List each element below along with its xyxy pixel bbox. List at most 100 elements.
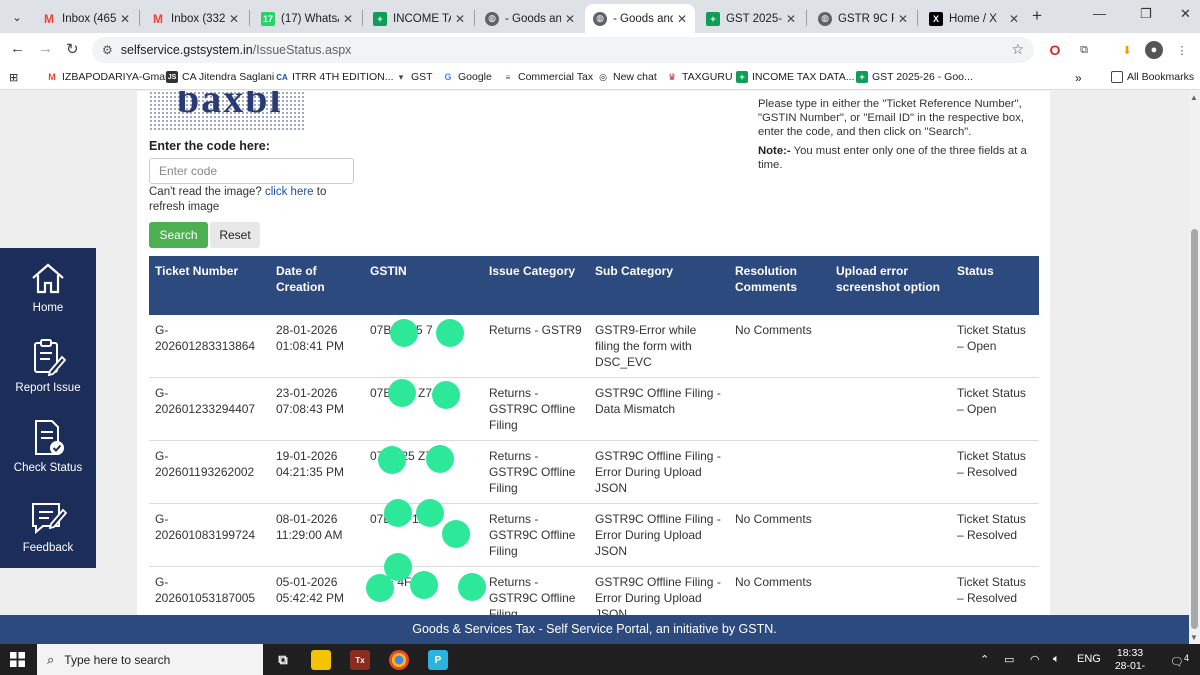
search-icon: ⌕ <box>47 651 55 667</box>
notification-icon[interactable]: 🗨︎4 <box>1170 653 1189 669</box>
search-button[interactable]: Search <box>149 222 208 248</box>
col-header: Sub Category <box>589 256 729 315</box>
bookmark-item[interactable]: M IZBAPODARIYA-Gmail <box>46 71 170 83</box>
close-icon[interactable]: ✕ <box>455 12 465 26</box>
gstin-cell: 07BB 255 7 <box>364 315 483 378</box>
bookmark-item[interactable]: ◎ New chat <box>597 71 657 83</box>
resolution-comments: No Comments <box>729 315 830 378</box>
close-icon[interactable]: ✕ <box>229 12 239 26</box>
close-icon[interactable]: ✕ <box>565 12 575 26</box>
tab-search-chevron-icon[interactable]: ⌄ <box>6 6 28 28</box>
ca-icon: CA <box>276 72 288 82</box>
table-row: G-202601083199724 08-01-2026 11:29:00 AM… <box>149 499 1039 567</box>
close-icon[interactable]: ✕ <box>898 12 908 26</box>
bookmark-item[interactable]: JS CA Jitendra Saglani <box>166 71 274 83</box>
extensions-puzzle-icon[interactable]: ⧉ <box>1075 41 1093 59</box>
more-menu-icon[interactable]: ⋮ <box>1173 41 1191 59</box>
tab-x[interactable]: X Home / X ✕ <box>921 4 1027 33</box>
gstin-cell: 07B 255 Z7 <box>364 377 483 441</box>
gstin-cell: 07B 5 F1Z7 <box>364 499 483 567</box>
tab-gmail-1[interactable]: M Inbox (465) - ✕ <box>34 4 138 33</box>
window-close-icon[interactable]: ✕ <box>1180 6 1191 22</box>
nav-home[interactable]: Home <box>0 248 96 328</box>
bookmark-item[interactable]: ≡ Commercial Tax <box>502 71 593 83</box>
windows-start-icon[interactable] <box>10 652 25 667</box>
tab-income-tax[interactable]: + INCOME TAX ✕ <box>365 4 473 33</box>
minimize-icon[interactable]: — <box>1093 6 1106 21</box>
table-header-row: Ticket Number Date of Creation GSTIN Iss… <box>149 256 1039 315</box>
profile-avatar-icon[interactable]: ● <box>1145 41 1163 59</box>
sub-category: GSTR9C Offline Filing - Data Mismatch <box>589 377 729 441</box>
commercial-tax-icon: ≡ <box>505 72 511 82</box>
forward-arrow-icon[interactable]: → <box>38 40 53 57</box>
file-explorer-icon[interactable] <box>311 650 331 670</box>
restore-icon[interactable]: ❐ <box>1140 6 1152 22</box>
scroll-down-icon[interactable]: ▼ <box>1190 633 1198 642</box>
all-bookmarks[interactable]: All Bookmarks <box>1111 71 1194 83</box>
download-icon[interactable]: ⬇ <box>1118 41 1136 59</box>
redaction-mark <box>366 574 394 602</box>
tab-goods-1[interactable]: ◍ - Goods and ✕ <box>477 4 583 33</box>
taskbar-search-box[interactable]: ⌕ Type here to search <box>37 644 263 675</box>
windows-taskbar: ⌕ Type here to search ⧉ Tx P ⌃ ▭ ◠ 🔈︎ EN… <box>0 644 1200 675</box>
battery-icon[interactable]: ▭ <box>1004 653 1014 666</box>
close-icon[interactable]: ✕ <box>1009 12 1019 26</box>
bookmark-item[interactable]: + INCOME TAX DATA... <box>736 71 854 83</box>
nav-report-issue[interactable]: Report Issue <box>0 328 96 408</box>
scroll-thumb[interactable] <box>1191 229 1198 629</box>
wifi-icon[interactable]: ◠ <box>1030 653 1040 666</box>
notification-count: 4 <box>1183 653 1190 663</box>
site-info-icon[interactable]: ⚙ <box>102 43 113 57</box>
close-icon[interactable]: ✕ <box>677 12 687 26</box>
bookmark-item[interactable]: ♛ TAXGURU <box>666 71 733 83</box>
redaction-mark <box>384 499 412 527</box>
refresh-captcha-link[interactable]: click here <box>265 186 314 198</box>
opera-extension-icon[interactable]: O <box>1046 41 1064 59</box>
bookmark-item[interactable]: + GST 2025-26 - Goo... <box>856 71 973 83</box>
show-hidden-icons[interactable]: ⌃ <box>980 653 989 666</box>
system-clock[interactable]: 18:33 28-01-2026 <box>1104 647 1156 675</box>
close-icon[interactable]: ✕ <box>343 12 353 26</box>
col-header: GSTIN <box>364 256 483 315</box>
bookmark-item[interactable]: ▾ GST <box>395 71 433 83</box>
bookmark-item[interactable]: CA ITRR 4TH EDITION... <box>276 71 393 83</box>
close-icon[interactable]: ✕ <box>786 12 796 26</box>
tab-goods-active[interactable]: ◍ - Goods and ✕ <box>585 4 695 33</box>
chrome-icon[interactable] <box>389 650 409 670</box>
language-indicator[interactable]: ENG <box>1077 653 1101 665</box>
apps-grid-icon[interactable]: ⊞ <box>9 71 18 84</box>
feedback-icon <box>28 498 68 538</box>
page-scrollbar[interactable]: ▲ ▼ <box>1189 91 1200 644</box>
tab-gst-sheet[interactable]: + GST 2025-26 ✕ <box>698 4 804 33</box>
tab-gmail-2[interactable]: M Inbox (332) - ✕ <box>143 4 247 33</box>
reset-button[interactable]: Reset <box>210 222 260 248</box>
nav-check-status[interactable]: Check Status <box>0 408 96 488</box>
address-bar[interactable]: ⚙ selfservice.gstsystem.in/IssueStatus.a… <box>92 37 1034 63</box>
reload-icon[interactable]: ↻ <box>66 40 79 58</box>
ticket-number: G-202601193262002 <box>149 440 270 504</box>
task-view-icon[interactable]: ⧉ <box>273 650 293 670</box>
nav-feedback[interactable]: Feedback <box>0 488 96 568</box>
tab-whatsapp[interactable]: 17 (17) WhatsAp ✕ <box>253 4 361 33</box>
upload-option <box>830 503 951 567</box>
scroll-up-icon[interactable]: ▲ <box>1190 93 1198 102</box>
creation-date: 19-01-2026 04:21:35 PM <box>270 440 364 504</box>
new-tab-plus-icon[interactable]: + <box>1032 6 1042 26</box>
bookmark-item[interactable]: G Google <box>442 71 491 83</box>
ticket-status: Ticket Status – Open <box>951 315 1039 378</box>
close-icon[interactable]: ✕ <box>120 12 130 26</box>
captcha-code-input[interactable] <box>149 158 354 184</box>
tab-gstr9c[interactable]: ◍ GSTR 9C Filin ✕ <box>810 4 916 33</box>
captcha-refresh-hint: Can't read the image? click here to refr… <box>149 185 349 215</box>
bookmark-label: GST <box>411 71 433 83</box>
tally-icon[interactable]: Tx <box>350 650 370 670</box>
bookmarks-overflow[interactable]: » <box>1075 71 1082 85</box>
volume-icon[interactable]: 🔈︎ <box>1053 653 1060 666</box>
ticket-status-table: Ticket Number Date of Creation GSTIN Iss… <box>149 256 1039 630</box>
nav-label: Home <box>32 302 64 314</box>
p-app-icon[interactable]: P <box>428 650 448 670</box>
back-arrow-icon[interactable]: ← <box>10 40 25 57</box>
bookmark-star-icon[interactable]: ☆ <box>1011 41 1024 58</box>
tab-strip: ⌄ M Inbox (465) - ✕ M Inbox (332) - ✕ 17… <box>0 0 1200 33</box>
redaction-mark <box>390 319 418 347</box>
